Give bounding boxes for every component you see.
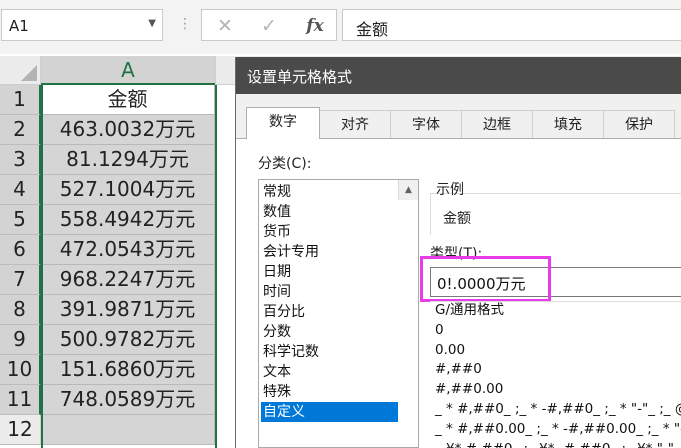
name-box-dropdown-icon[interactable]: ▼	[148, 18, 156, 29]
category-item[interactable]: 特殊	[261, 382, 398, 402]
cell-value[interactable]: 558.4942万元	[41, 205, 215, 235]
row-header[interactable]: 2	[0, 115, 41, 145]
format-code-item[interactable]: 0	[435, 320, 444, 340]
category-item[interactable]: 会计专用	[261, 242, 398, 262]
format-code-item[interactable]: G/通用格式	[435, 302, 504, 320]
row-header[interactable]: 10	[0, 355, 41, 385]
row-header[interactable]: 7	[0, 265, 41, 295]
select-all-triangle-icon	[21, 65, 37, 81]
category-item[interactable]: 科学记数	[261, 342, 398, 362]
category-label: 分类(C):	[258, 156, 312, 172]
column-header-a[interactable]: A	[41, 56, 215, 85]
name-box-value: A1	[9, 17, 29, 35]
format-cells-dialog: 设置单元格格式 数字 对齐 字体 边框 填充 保护 分类(C): ▲ 常规 数值货…	[235, 57, 681, 448]
category-item[interactable]: 自定义	[261, 402, 398, 422]
category-item[interactable]: 货币	[261, 222, 398, 242]
cell-value[interactable]: 527.1004万元	[41, 175, 215, 205]
cell-value[interactable]	[41, 415, 215, 445]
select-all-corner[interactable]	[0, 56, 41, 85]
row-header[interactable]: 11	[0, 385, 41, 415]
category-item[interactable]: 分数	[261, 322, 398, 342]
example-value: 金额	[443, 211, 471, 227]
row-header[interactable]: 3	[0, 145, 41, 175]
cell-value[interactable]: 391.9871万元	[41, 295, 215, 325]
format-code-item[interactable]: _ * #,##0.00_ ;_ * -#,##0.00_ ;_ * "-	[435, 419, 681, 439]
row-header[interactable]: 1	[0, 85, 41, 115]
tab-fill[interactable]: 填充	[532, 110, 604, 139]
format-code-item[interactable]: #,##0.00	[435, 379, 503, 399]
category-item[interactable]: 百分比	[261, 302, 398, 322]
row-header[interactable]: 9	[0, 325, 41, 355]
cell-value[interactable]: 151.6860万元	[41, 355, 215, 385]
cancel-icon[interactable]: ✕	[208, 14, 242, 38]
cell-a1-header[interactable]: 金额	[41, 85, 215, 115]
row-header[interactable]: 8	[0, 295, 41, 325]
format-code-item[interactable]: 0.00	[435, 340, 465, 360]
dialog-title-bar[interactable]: 设置单元格格式	[236, 57, 681, 94]
tab-protection[interactable]: 保护	[603, 110, 675, 139]
tab-alignment[interactable]: 对齐	[319, 110, 391, 139]
cell-value[interactable]: 968.2247万元	[41, 265, 215, 295]
formula-input[interactable]: 金额	[342, 9, 681, 41]
format-code-item[interactable]: _ * #,##0_ ;_ * -#,##0_ ;_ * "-"_ ;_ @	[435, 399, 681, 419]
category-item[interactable]: 常规	[261, 182, 398, 202]
formula-input-value: 金额	[356, 20, 389, 39]
formula-bar: A1 ▼ ⋮ ✕ ✓ fx 金额	[0, 0, 681, 54]
type-label: 类型(T):	[430, 246, 483, 262]
format-code-list[interactable]: G/通用格式 0 0.00 #,##0 #,##0.00 _ * #,##0_ ;_ * …	[430, 301, 681, 448]
formula-bar-grip-icon: ⋮	[178, 16, 192, 32]
row-header[interactable]: 5	[0, 205, 41, 235]
cell-value[interactable]: 81.1294万元	[41, 145, 215, 175]
cell-value[interactable]: 748.0589万元	[41, 385, 215, 415]
cell-value[interactable]: 472.0543万元	[41, 235, 215, 265]
tab-border[interactable]: 边框	[461, 110, 533, 139]
type-input[interactable]: 0!.0000万元	[430, 267, 681, 297]
name-box[interactable]: A1 ▼	[1, 9, 163, 41]
category-item[interactable]: 数值	[261, 202, 398, 222]
row-header[interactable]: 12	[0, 415, 41, 445]
cell-value[interactable]: 500.9782万元	[41, 325, 215, 355]
category-list[interactable]: ▲ 常规 数值 货币 会计专用 日期 时间 百分比 分数 科学记数 文本 特殊 自定义	[258, 179, 419, 448]
format-code-item[interactable]: _ ¥* #,##0_ ;_ ¥* -#,##0_ ;_ ¥* "-"_ ;	[435, 439, 681, 448]
scroll-up-icon[interactable]: ▲	[398, 180, 418, 200]
category-item[interactable]: 文本	[261, 362, 398, 382]
tab-font[interactable]: 字体	[390, 110, 462, 139]
cell-value[interactable]: 463.0032万元	[41, 115, 215, 145]
type-input-value: 0!.0000万元	[437, 275, 526, 293]
format-code-item[interactable]: #,##0	[435, 359, 482, 379]
category-item[interactable]: 时间	[261, 282, 398, 302]
enter-icon[interactable]: ✓	[252, 14, 286, 38]
dialog-tabs: 数字 对齐 字体 边框 填充 保护	[236, 107, 681, 139]
category-item[interactable]: 日期	[261, 262, 398, 282]
dialog-title: 设置单元格格式	[247, 68, 353, 86]
row-header[interactable]: 6	[0, 235, 41, 265]
tab-number[interactable]: 数字	[246, 107, 320, 139]
formula-buttons: ✕ ✓ fx	[201, 9, 337, 41]
insert-function-icon[interactable]: fx	[298, 14, 332, 38]
row-header[interactable]: 4	[0, 175, 41, 205]
example-label: 示例	[436, 182, 464, 198]
